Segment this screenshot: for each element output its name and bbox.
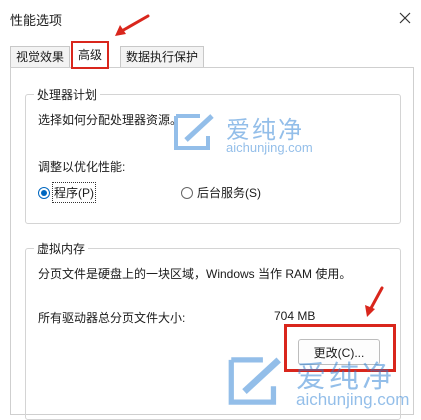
optimize-label: 调整以优化性能: <box>38 160 126 174</box>
watermark: 爱纯净 aichunjing.com <box>172 110 322 160</box>
watermark: 爱纯净 aichunjing.com <box>226 352 421 412</box>
radio-programs[interactable]: 程序(P) <box>38 182 96 203</box>
watermark-url: aichunjing.com <box>296 390 410 409</box>
total-paging-size-label: 所有驱动器总分页文件大小: <box>38 311 186 325</box>
radio-background-services-label: 后台服务(S) <box>197 186 261 200</box>
virtual-memory-group-title: 虚拟内存 <box>34 240 89 257</box>
close-icon[interactable] <box>392 6 418 30</box>
processor-group-title: 处理器计划 <box>34 86 101 103</box>
tab-data-execution-prevention[interactable]: 数据执行保护 <box>120 46 205 67</box>
total-paging-size-value: 704 MB <box>274 309 316 323</box>
radio-unselected-icon <box>181 186 193 199</box>
radio-selected-icon <box>38 186 50 199</box>
logo-icon <box>174 114 214 150</box>
tab-visual-effects[interactable]: 视觉效果 <box>10 46 71 67</box>
radio-background-services[interactable]: 后台服务(S) <box>181 184 261 201</box>
logo-icon <box>228 357 281 405</box>
tab-advanced[interactable]: 高级 <box>70 41 110 69</box>
radio-programs-label: 程序(P) <box>52 182 96 203</box>
performance-options-dialog: 性能选项 视觉效果 高级 数据执行保护 处理器计划 选择如何分配处理器资源。 调… <box>0 0 421 420</box>
paging-file-description: 分页文件是硬盘上的一块区域，Windows 当作 RAM 使用。 <box>38 267 352 281</box>
window-title: 性能选项 <box>10 13 63 28</box>
title-bar: 性能选项 <box>0 0 421 38</box>
annotation-arrow-icon <box>365 286 384 317</box>
watermark-url: aichunjing.com <box>226 140 313 155</box>
processor-description: 选择如何分配处理器资源。 <box>38 113 183 127</box>
annotation-arrow-icon <box>115 14 150 36</box>
